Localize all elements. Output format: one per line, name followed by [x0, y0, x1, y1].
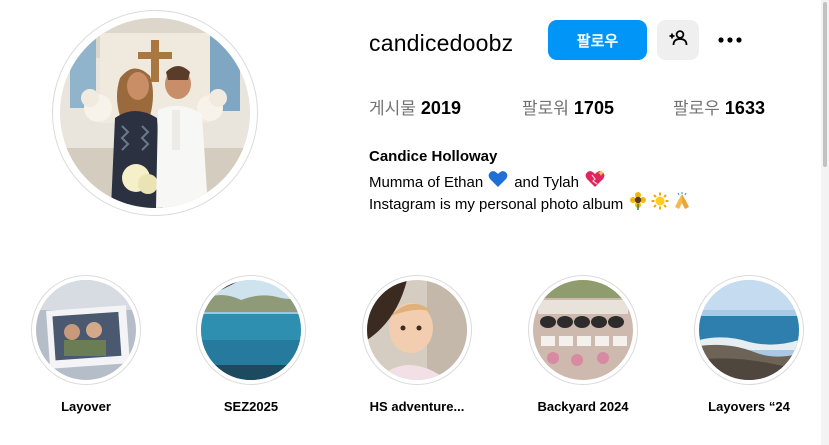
- bio-text-a: Mumma of Ethan: [369, 173, 484, 191]
- stat-followers[interactable]: 팔로워 1705: [522, 96, 614, 121]
- highlight-cover: [201, 280, 301, 380]
- highlight-ring: [362, 275, 472, 385]
- avatar-photo: [60, 18, 250, 208]
- highlight-hs-adventure[interactable]: HS adventure...: [342, 275, 492, 425]
- profile-full-name: Candice Holloway: [369, 148, 498, 165]
- praying-hands-icon: [673, 192, 691, 217]
- sun-icon: [651, 192, 669, 217]
- scrollbar-thumb[interactable]: [823, 2, 827, 167]
- profile-username: candicedoobz: [369, 30, 514, 56]
- highlight-ring: [196, 275, 306, 385]
- more-options-button[interactable]: [712, 22, 748, 58]
- posts-count: 2019: [420, 98, 461, 118]
- highlight-layovers-24[interactable]: Layovers “24: [674, 275, 824, 425]
- highlight-cover: [699, 280, 799, 380]
- follow-button[interactable]: 팔로우: [548, 20, 647, 60]
- sunflower-icon: [629, 192, 647, 217]
- highlight-label: SEZ2025: [223, 399, 279, 414]
- highlight-ring: [694, 275, 804, 385]
- more-options-icon: [717, 31, 743, 49]
- bio-text-b: and Tylah: [514, 173, 579, 191]
- followers-label: 팔로워: [522, 99, 569, 119]
- stat-posts: 게시물 2019: [369, 96, 461, 121]
- posts-label: 게시물: [369, 99, 416, 119]
- suggested-accounts-button[interactable]: [657, 20, 699, 60]
- highlight-cover: [367, 280, 467, 380]
- highlight-sez2025[interactable]: SEZ2025: [176, 275, 326, 425]
- page-scrollbar[interactable]: [821, 0, 829, 445]
- following-label: 팔로우: [673, 99, 720, 119]
- highlight-label: HS adventure...: [369, 399, 465, 414]
- followers-count: 1705: [573, 98, 614, 118]
- highlight-label: Layovers “24: [708, 399, 790, 414]
- bio-text-c: Instagram is my personal photo album: [369, 195, 624, 213]
- highlight-label: Layover: [61, 399, 111, 414]
- highlight-ring: [31, 275, 141, 385]
- profile-avatar[interactable]: [52, 10, 258, 216]
- highlight-backyard-2024[interactable]: Backyard 2024: [508, 275, 658, 425]
- bio-line-2: Instagram is my personal photo album: [369, 192, 693, 217]
- highlight-cover: [533, 280, 633, 380]
- highlight-layover[interactable]: Layover: [11, 275, 161, 425]
- person-add-icon: [668, 28, 688, 53]
- following-count: 1633: [724, 98, 765, 118]
- highlight-cover: [36, 280, 136, 380]
- highlight-label: Backyard 2024: [537, 399, 629, 414]
- stat-following[interactable]: 팔로우 1633: [673, 96, 765, 121]
- highlight-ring: [528, 275, 638, 385]
- profile-page: candicedoobz 팔로우 게시물 2019 팔로워 1705 팔로우 1633: [0, 0, 829, 445]
